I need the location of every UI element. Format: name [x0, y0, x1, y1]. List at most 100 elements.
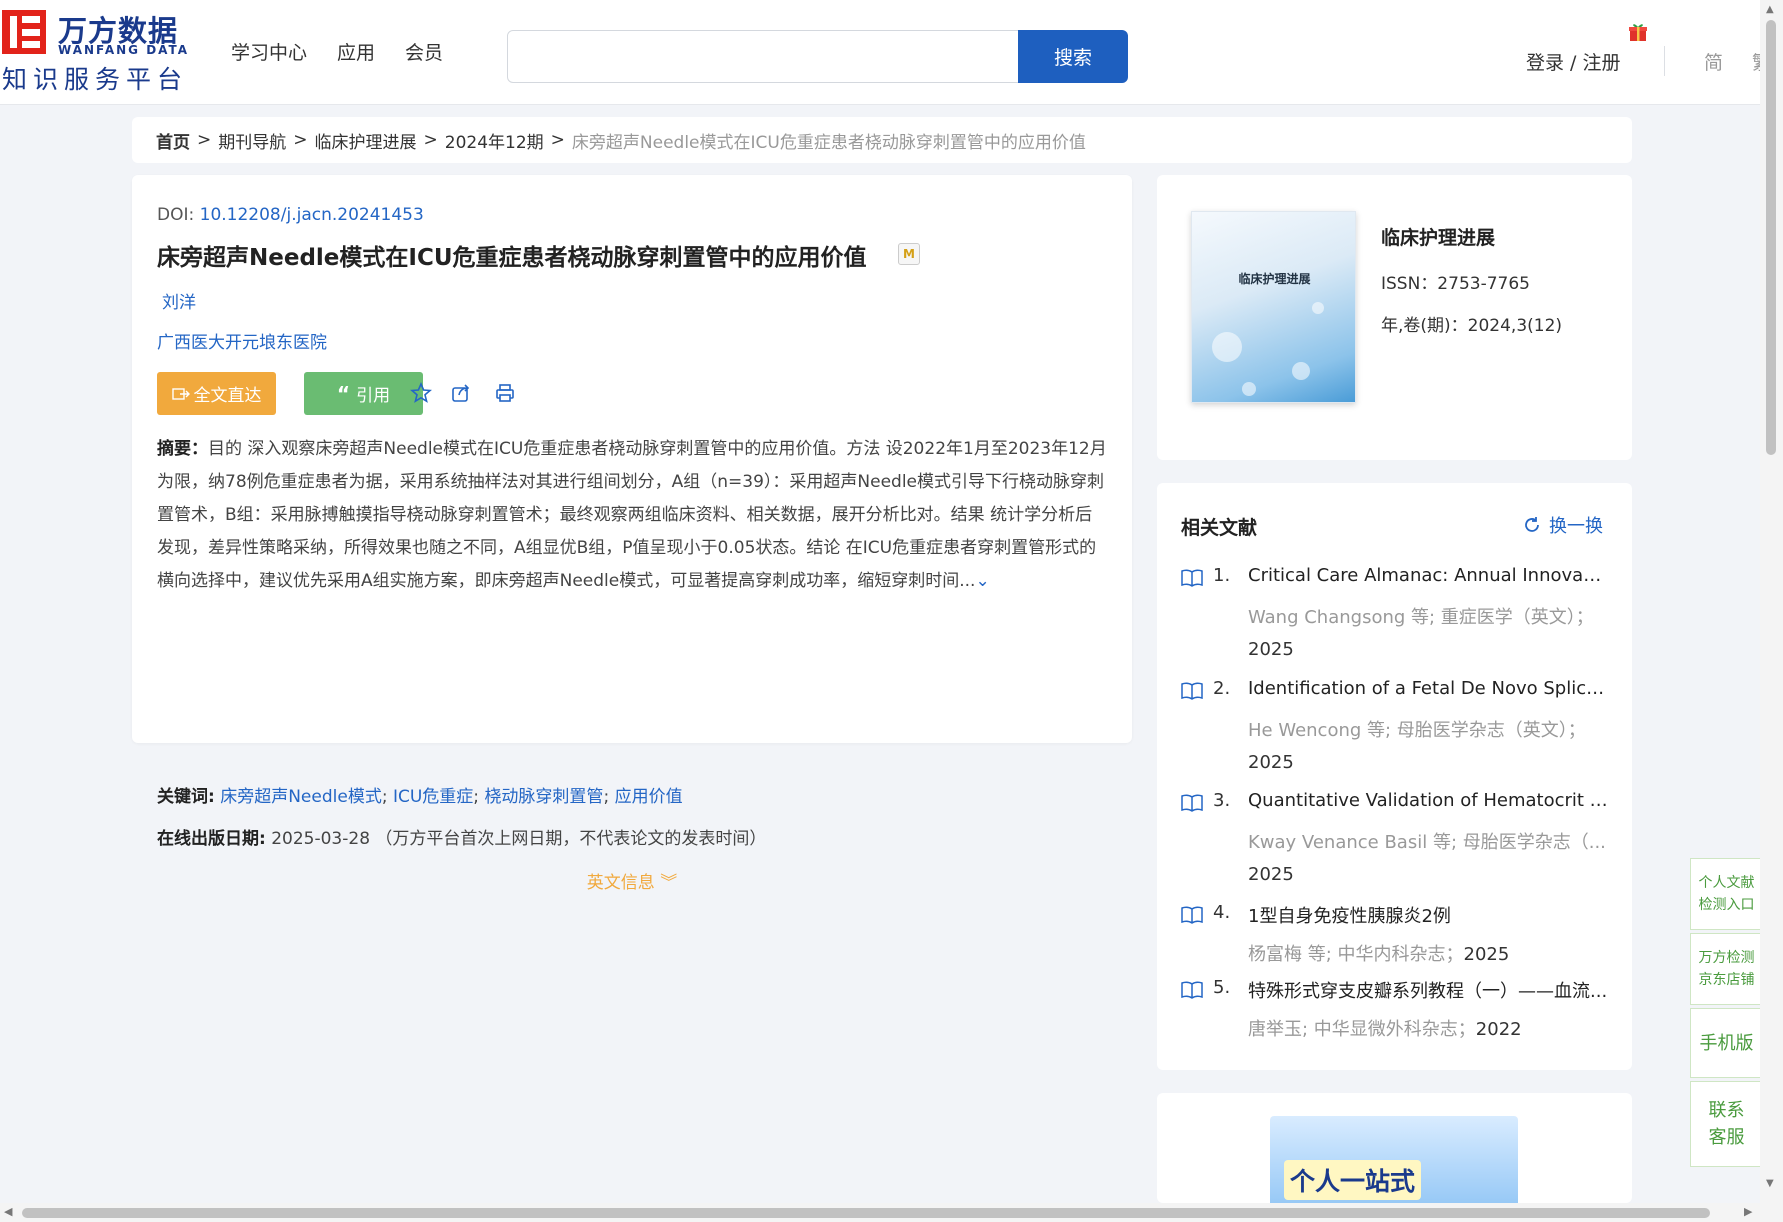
favorite-star-icon[interactable] — [410, 382, 432, 404]
journal-volume: 年,卷(期)：2024,3(12) — [1381, 316, 1563, 336]
book-icon — [1181, 981, 1203, 999]
related-article-meta-text: 杨富梅 等; 中华内科杂志； — [1248, 944, 1464, 965]
promo-card: 个人一站式 — [1157, 1093, 1632, 1203]
top-header: 万方数据 WANFANG DATA 知识服务平台 学习中心 应用 会员 搜索 登… — [0, 0, 1760, 105]
related-article-year: 2025 — [1463, 944, 1510, 965]
keyword-link[interactable]: 应用价值 — [615, 787, 683, 807]
pubdate-note: （万方平台首次上网日期，不代表论文的发表时间） — [375, 829, 767, 849]
scroll-up-arrow-icon[interactable]: ▲ — [1766, 4, 1774, 15]
article-card: DOI: 10.12208/j.jacn.20241453 床旁超声Needle… — [132, 175, 1132, 893]
keywords-label: 关键词: — [157, 787, 215, 807]
nav-apps[interactable]: 应用 — [337, 38, 375, 65]
promo-banner[interactable]: 个人一站式 — [1270, 1116, 1518, 1203]
related-article-meta-text: 唐举玉; 中华显微外科杂志； — [1248, 1019, 1476, 1040]
vertical-scroll-thumb[interactable] — [1766, 20, 1776, 455]
print-icon[interactable] — [494, 382, 516, 404]
english-info-toggle[interactable]: 英文信息 ︾ — [132, 868, 1132, 893]
related-article-title[interactable]: Identification of a Fetal De Novo Splice… — [1248, 678, 1608, 699]
journal-card: 临床护理进展 临床护理进展 ISSN：2753-7765 年,卷(期)：2024… — [1157, 175, 1632, 460]
lang-traditional[interactable]: 繁 — [1752, 48, 1760, 75]
cite-button[interactable]: “ 引用 — [304, 372, 423, 415]
breadcrumb-separator: > — [293, 130, 308, 150]
lang-divider — [1664, 46, 1665, 76]
book-icon — [1181, 794, 1203, 812]
fulltext-button[interactable]: 全文直达 — [157, 372, 276, 415]
author-link[interactable]: 刘洋 — [162, 288, 196, 313]
personal-check-entry-label: 个人文献检测入口 — [1698, 875, 1755, 913]
item-number: 4. — [1213, 902, 1231, 923]
keyword-link[interactable]: 床旁超声Needle模式 — [220, 787, 382, 807]
breadcrumb-separator: > — [423, 130, 438, 150]
keyword-link[interactable]: ICU危重症 — [393, 787, 473, 807]
main-nav: 学习中心 应用 会员 — [231, 38, 443, 65]
scroll-down-arrow-icon[interactable]: ▼ — [1766, 1178, 1774, 1189]
doi-line: DOI: 10.12208/j.jacn.20241453 — [157, 205, 424, 225]
related-article-title[interactable]: Critical Care Almanac: Annual Innovation… — [1248, 565, 1608, 586]
breadcrumb-home[interactable]: 首页 — [156, 128, 190, 153]
refresh-button[interactable]: 换一换 — [1523, 512, 1603, 538]
item-number: 2. — [1213, 678, 1231, 699]
doi-link[interactable]: 10.12208/j.jacn.20241453 — [200, 205, 424, 225]
list-item: 5. 特殊形式穿支皮瓣系列教程（一）——血流... 唐举玉; 中华显微外科杂志；… — [1181, 977, 1611, 1047]
item-number: 1. — [1213, 565, 1231, 586]
related-article-meta: Kway Venance Basil 等; 母胎医学杂志（... — [1248, 832, 1606, 853]
publish-date: 在线出版日期: 2025-03-28 （万方平台首次上网日期，不代表论文的发表时… — [157, 824, 766, 849]
search-box: 搜索 — [507, 30, 1128, 83]
nav-learning-center[interactable]: 学习中心 — [231, 38, 307, 65]
keyword-link[interactable]: 桡动脉穿刺置管 — [484, 787, 603, 807]
related-article-title[interactable]: 特殊形式穿支皮瓣系列教程（一）——血流... — [1248, 977, 1608, 1003]
promo-text: 个人一站式 — [1284, 1160, 1422, 1200]
breadcrumb-journal-nav[interactable]: 期刊导航 — [218, 128, 286, 153]
mobile-version-label: 手机版 — [1699, 1032, 1754, 1054]
keyword-separator: ; — [381, 787, 388, 807]
breadcrumb: 首页 > 期刊导航 > 临床护理进展 > 2024年12期 > 床旁超声Need… — [132, 117, 1632, 163]
list-item: 1. Critical Care Almanac: Annual Innovat… — [1181, 565, 1611, 675]
logo-en-text: WANFANG DATA — [58, 43, 190, 57]
breadcrumb-issue[interactable]: 2024年12期 — [445, 128, 544, 153]
jd-store-button[interactable]: 万方检测京东店铺 — [1690, 933, 1763, 1005]
breadcrumb-journal[interactable]: 临床护理进展 — [315, 128, 417, 153]
share-icon[interactable] — [450, 382, 472, 404]
book-icon — [1181, 569, 1203, 587]
related-article-title[interactable]: Quantitative Validation of Hematocrit Pe… — [1248, 790, 1608, 811]
cover-title: 临床护理进展 — [1238, 272, 1311, 286]
nav-membership[interactable]: 会员 — [405, 38, 443, 65]
quote-icon: “ — [336, 381, 351, 406]
scroll-left-arrow-icon[interactable]: ◀ — [4, 1205, 12, 1218]
contact-service-label: 联系客服 — [1708, 1100, 1745, 1148]
journal-name[interactable]: 临床护理进展 — [1381, 223, 1495, 250]
personal-check-entry-button[interactable]: 个人文献检测入口 — [1690, 858, 1763, 930]
refresh-icon — [1525, 517, 1539, 532]
related-article-year: 2022 — [1475, 1019, 1522, 1040]
logo-mark-icon — [2, 10, 46, 54]
related-articles-card: 相关文献 换一换 1. Critical Care Almanac: Annua… — [1157, 483, 1632, 1070]
search-button[interactable]: 搜索 — [1018, 30, 1128, 83]
wanfang-logo[interactable]: 万方数据 WANFANG DATA 知识服务平台 — [2, 10, 192, 94]
related-article-title[interactable]: 1型自身免疫性胰腺炎2例 — [1248, 902, 1608, 928]
expand-abstract-icon[interactable]: ⌄ — [975, 571, 989, 591]
book-icon — [1181, 682, 1203, 700]
keyword-separator: ; — [473, 787, 480, 807]
related-article-year: 2025 — [1248, 752, 1294, 773]
gift-icon[interactable] — [1628, 22, 1648, 42]
contact-service-button[interactable]: 联系客服 — [1690, 1081, 1763, 1167]
vertical-scrollbar[interactable]: ▲ ▼ — [1760, 0, 1783, 1222]
scroll-right-arrow-icon[interactable]: ▶ — [1744, 1205, 1752, 1218]
abstract-label: 摘要： — [157, 439, 208, 459]
horizontal-scrollbar[interactable]: ◀ ▶ — [0, 1203, 1760, 1222]
abstract-text: 目的 深入观察床旁超声Needle模式在ICU危重症患者桡动脉穿刺置管中的应用价… — [157, 439, 1107, 591]
mobile-version-button[interactable]: 手机版 — [1690, 1008, 1763, 1078]
doi-label: DOI: — [157, 205, 200, 225]
horizontal-scroll-thumb[interactable] — [22, 1208, 1710, 1218]
logo-subtitle: 知识服务平台 — [2, 65, 189, 94]
search-input[interactable] — [518, 39, 1008, 75]
item-number: 5. — [1213, 977, 1231, 998]
organization-link[interactable]: 广西医大开元埌东医院 — [157, 328, 327, 353]
item-number: 3. — [1213, 790, 1231, 811]
login-register-link[interactable]: 登录 / 注册 — [1526, 48, 1620, 75]
journal-cover[interactable]: 临床护理进展 — [1191, 211, 1356, 403]
journal-issn: ISSN：2753-7765 — [1381, 274, 1530, 294]
lang-simplified[interactable]: 简 — [1704, 48, 1723, 75]
mendeley-icon[interactable]: M — [898, 243, 920, 265]
keyword-separator: ; — [603, 787, 610, 807]
